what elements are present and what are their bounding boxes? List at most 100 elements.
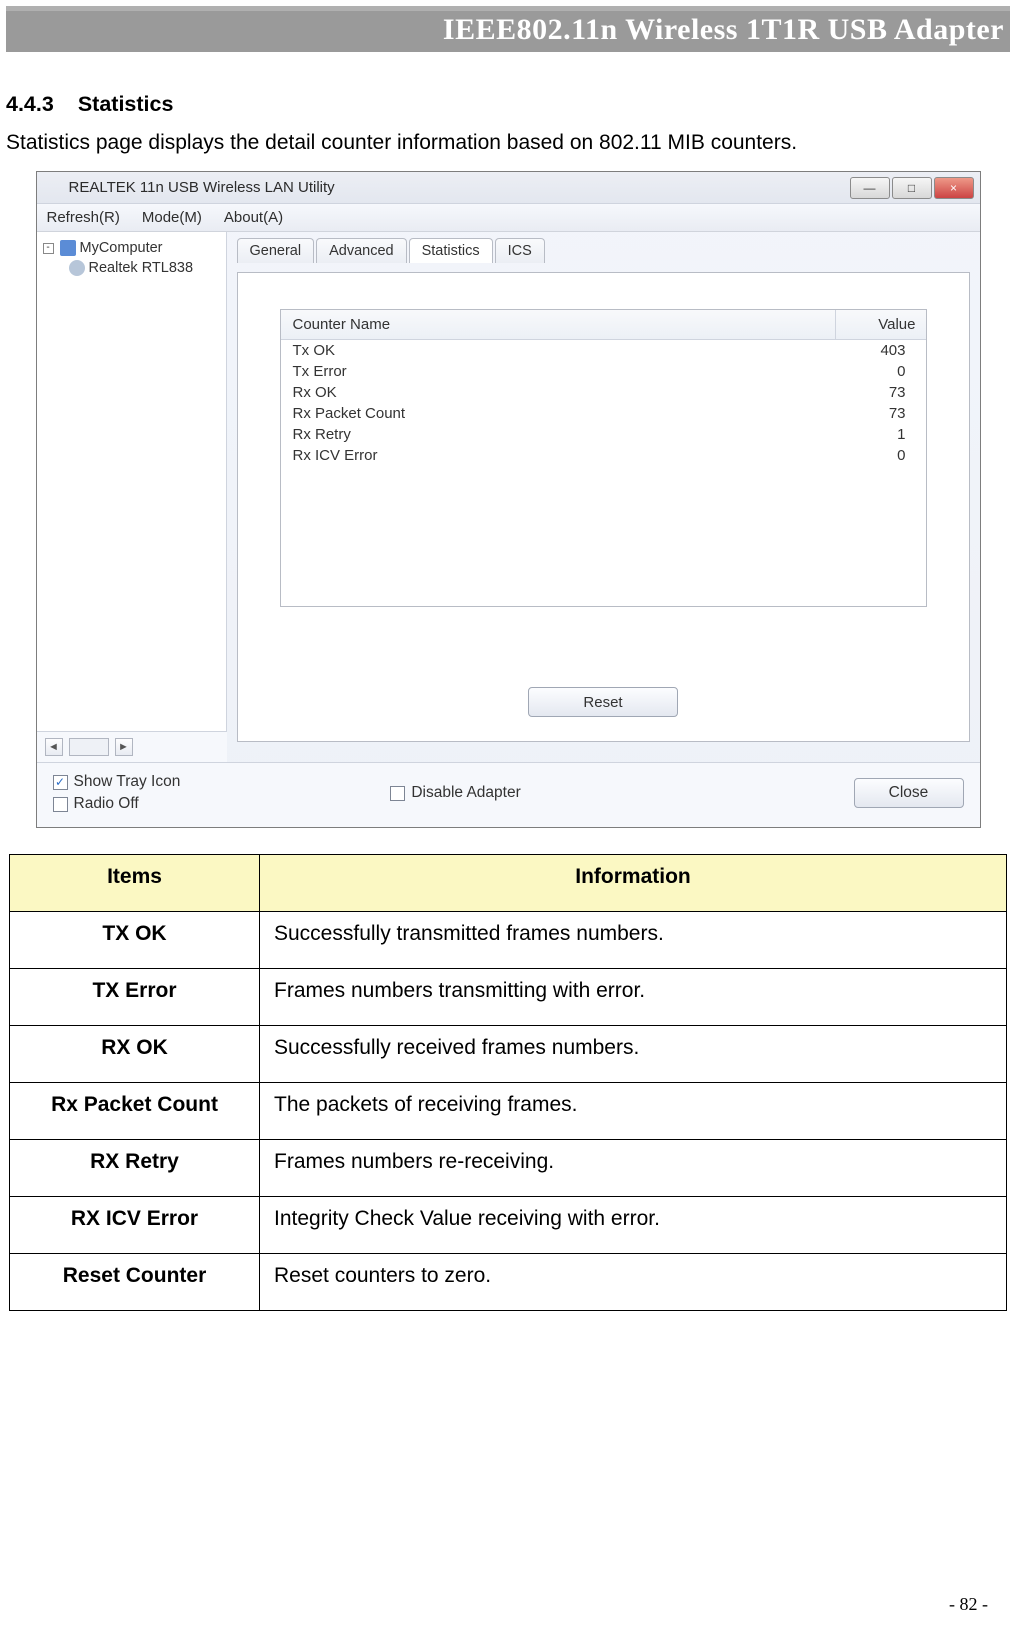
item-cell: RX ICV Error	[10, 1197, 260, 1254]
close-button-label: Close	[889, 784, 929, 802]
tree-toggle-icon[interactable]: -	[43, 243, 54, 254]
adapter-icon	[69, 260, 85, 276]
col-header-name[interactable]: Counter Name	[281, 310, 836, 339]
stat-name: Rx OK	[293, 384, 824, 401]
minimize-button[interactable]: —	[850, 177, 890, 199]
menu-bar: Refresh(R) Mode(M) About(A)	[37, 204, 980, 232]
tree-scrollbar: ◄ ►	[37, 731, 227, 762]
stats-row[interactable]: Tx OK 403	[281, 340, 926, 361]
window-close-button[interactable]: ×	[934, 177, 974, 199]
close-button[interactable]: Close	[854, 778, 964, 808]
stats-blank-area	[281, 466, 926, 606]
stat-value: 1	[824, 426, 914, 443]
info-cell: Successfully received frames numbers.	[260, 1026, 1007, 1083]
table-row: RX OK Successfully received frames numbe…	[10, 1026, 1007, 1083]
document-header: IEEE802.11n Wireless 1T1R USB Adapter	[6, 6, 1010, 52]
checkbox-label: Disable Adapter	[411, 784, 520, 802]
scroll-left-button[interactable]: ◄	[45, 738, 63, 756]
tab-statistics[interactable]: Statistics	[409, 238, 493, 263]
stat-name: Tx Error	[293, 363, 824, 380]
checkbox-icon	[53, 797, 68, 812]
item-cell: RX Retry	[10, 1140, 260, 1197]
statistics-list: Counter Name Value Tx OK 403 Tx Error	[280, 309, 927, 607]
show-tray-checkbox[interactable]: ✓ Show Tray Icon	[53, 773, 181, 791]
item-cell: TX Error	[10, 969, 260, 1026]
section-number: 4.4.3	[6, 92, 54, 117]
stats-row[interactable]: Rx ICV Error 0	[281, 445, 926, 466]
stat-value: 0	[824, 447, 914, 464]
info-cell: Reset counters to zero.	[260, 1254, 1007, 1311]
table-row: Reset Counter Reset counters to zero.	[10, 1254, 1007, 1311]
table-header-row: Items Information	[10, 855, 1007, 912]
item-cell: RX OK	[10, 1026, 260, 1083]
stat-name: Tx OK	[293, 342, 824, 359]
checkbox-label: Show Tray Icon	[74, 773, 181, 791]
info-cell: The packets of receiving frames.	[260, 1083, 1007, 1140]
app-icon	[43, 179, 61, 197]
col-header-information: Information	[260, 855, 1007, 912]
window-titlebar: REALTEK 11n USB Wireless LAN Utility — □…	[37, 172, 980, 204]
tab-general[interactable]: General	[237, 238, 315, 263]
stats-row[interactable]: Rx Retry 1	[281, 424, 926, 445]
checkbox-label: Radio Off	[74, 795, 139, 813]
section-intro: Statistics page displays the detail coun…	[6, 131, 1010, 155]
window-title: REALTEK 11n USB Wireless LAN Utility	[69, 179, 850, 196]
menu-about[interactable]: About(A)	[224, 209, 283, 226]
document-header-title: IEEE802.11n Wireless 1T1R USB Adapter	[443, 13, 1004, 46]
device-tree: - MyComputer Realtek RTL838	[37, 232, 227, 731]
col-header-items: Items	[10, 855, 260, 912]
close-icon: ×	[950, 181, 957, 195]
reset-button-label: Reset	[583, 694, 622, 711]
stat-value: 73	[824, 405, 914, 422]
info-cell: Frames numbers transmitting with error.	[260, 969, 1007, 1026]
menu-refresh[interactable]: Refresh(R)	[47, 209, 120, 226]
checkbox-icon	[390, 786, 405, 801]
maximize-icon: □	[908, 181, 915, 195]
section-heading: 4.4.3 Statistics	[6, 92, 1010, 117]
item-cell: Reset Counter	[10, 1254, 260, 1311]
tree-root-item[interactable]: - MyComputer	[43, 238, 220, 258]
menu-mode[interactable]: Mode(M)	[142, 209, 202, 226]
info-cell: Successfully transmitted frames numbers.	[260, 912, 1007, 969]
stat-value: 73	[824, 384, 914, 401]
stats-row[interactable]: Rx OK 73	[281, 382, 926, 403]
tab-ics[interactable]: ICS	[495, 238, 545, 263]
stat-name: Rx Retry	[293, 426, 824, 443]
disable-adapter-checkbox[interactable]: Disable Adapter	[390, 784, 520, 802]
stat-value: 403	[824, 342, 914, 359]
chevron-right-icon: ►	[118, 741, 129, 753]
minimize-icon: —	[864, 181, 876, 195]
reset-button[interactable]: Reset	[528, 687, 678, 717]
table-row: TX OK Successfully transmitted frames nu…	[10, 912, 1007, 969]
item-cell: Rx Packet Count	[10, 1083, 260, 1140]
stat-name: Rx ICV Error	[293, 447, 824, 464]
bottom-bar: ✓ Show Tray Icon Radio Off Disable Adapt…	[37, 762, 980, 827]
checkbox-icon: ✓	[53, 775, 68, 790]
info-cell: Frames numbers re-receiving.	[260, 1140, 1007, 1197]
info-table: Items Information TX OK Successfully tra…	[9, 854, 1007, 1311]
tree-root-label: MyComputer	[80, 240, 163, 256]
scroll-right-button[interactable]: ►	[115, 738, 133, 756]
statistics-header: Counter Name Value	[281, 310, 926, 340]
computer-icon	[60, 240, 76, 256]
stats-row[interactable]: Tx Error 0	[281, 361, 926, 382]
radio-off-checkbox[interactable]: Radio Off	[53, 795, 181, 813]
section-title: Statistics	[78, 92, 174, 116]
maximize-button[interactable]: □	[892, 177, 932, 199]
screenshot-window: REALTEK 11n USB Wireless LAN Utility — □…	[36, 171, 981, 828]
stats-row[interactable]: Rx Packet Count 73	[281, 403, 926, 424]
page-number: - 82 -	[949, 1594, 988, 1615]
scroll-track[interactable]	[69, 738, 109, 756]
tab-advanced[interactable]: Advanced	[316, 238, 407, 263]
tree-child-item[interactable]: Realtek RTL838	[43, 258, 220, 278]
stat-name: Rx Packet Count	[293, 405, 824, 422]
table-row: RX ICV Error Integrity Check Value recei…	[10, 1197, 1007, 1254]
col-header-value[interactable]: Value	[836, 310, 926, 339]
tab-strip: General Advanced Statistics ICS	[237, 238, 970, 263]
tab-panel-statistics: Counter Name Value Tx OK 403 Tx Error	[237, 272, 970, 742]
table-row: RX Retry Frames numbers re-receiving.	[10, 1140, 1007, 1197]
tree-child-label: Realtek RTL838	[89, 260, 194, 276]
chevron-left-icon: ◄	[48, 741, 59, 753]
item-cell: TX OK	[10, 912, 260, 969]
stat-value: 0	[824, 363, 914, 380]
